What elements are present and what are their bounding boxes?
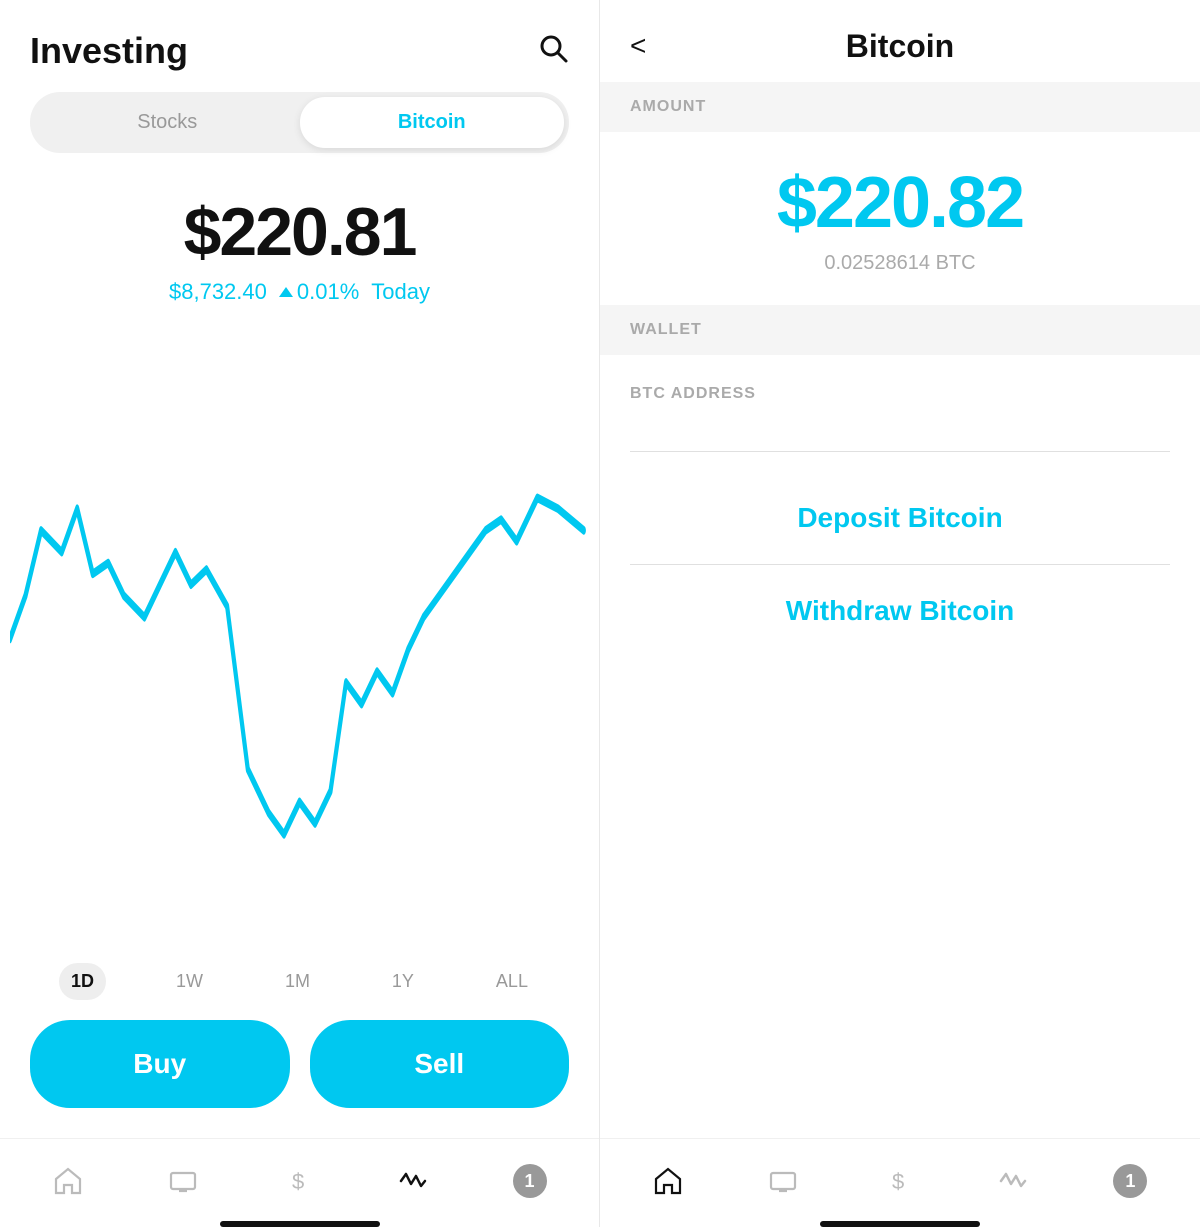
left-bottom-nav: $ 1 (0, 1138, 599, 1213)
right-nav-dollar[interactable]: $ (873, 1161, 923, 1201)
left-panel: Investing Stocks Bitcoin $220.81 $8,732.… (0, 0, 600, 1227)
back-button[interactable]: < (630, 30, 646, 62)
right-nav-tv[interactable] (758, 1161, 808, 1201)
time-btn-1y[interactable]: 1Y (380, 963, 426, 1000)
right-notification-badge[interactable]: 1 (1113, 1164, 1147, 1198)
right-nav-activity[interactable] (988, 1161, 1038, 1201)
right-panel: < Bitcoin AMOUNT $220.82 0.02528614 BTC … (600, 0, 1200, 1227)
main-price: $220.81 (30, 193, 569, 271)
time-btn-1m[interactable]: 1M (273, 963, 322, 1000)
btc-address-label: BTC ADDRESS (630, 385, 1170, 403)
left-bottom-bar (220, 1221, 380, 1227)
right-bottom-bar (820, 1221, 980, 1227)
right-bottom-nav: $ 1 (600, 1138, 1200, 1213)
wallet-section-label: WALLET (600, 305, 1200, 355)
right-tv-icon (768, 1166, 798, 1196)
right-nav-badge[interactable]: 1 (1103, 1159, 1157, 1203)
right-spacer (600, 657, 1200, 1138)
tab-switcher: Stocks Bitcoin (30, 92, 569, 153)
amount-section-label: AMOUNT (600, 82, 1200, 132)
right-activity-icon (998, 1166, 1028, 1196)
nav-activity[interactable] (388, 1161, 438, 1201)
nav-home[interactable] (43, 1161, 93, 1201)
tab-bitcoin[interactable]: Bitcoin (300, 97, 565, 148)
home-icon (53, 1166, 83, 1196)
right-dollar-icon: $ (883, 1166, 913, 1196)
price-section: $220.81 $8,732.40 0.01% Today (0, 183, 599, 325)
svg-text:$: $ (892, 1169, 904, 1194)
right-nav-home[interactable] (643, 1161, 693, 1201)
arrow-up-icon (279, 287, 293, 297)
period-label: Today (371, 279, 430, 305)
change-percent: 0.01% (297, 279, 359, 305)
left-header: Investing (0, 0, 599, 92)
tv-icon (168, 1166, 198, 1196)
time-btn-all[interactable]: ALL (484, 963, 540, 1000)
amount-btc: 0.02528614 BTC (630, 252, 1170, 275)
chart-container (0, 325, 599, 943)
activity-icon (398, 1166, 428, 1196)
btc-price: $8,732.40 (169, 279, 267, 305)
right-home-icon (653, 1166, 683, 1196)
svg-text:$: $ (292, 1169, 304, 1194)
amount-usd: $220.82 (630, 162, 1170, 244)
right-header: < Bitcoin (600, 0, 1200, 82)
dollar-icon: $ (283, 1166, 313, 1196)
btc-address-divider (630, 451, 1170, 452)
btc-address-section: BTC ADDRESS (600, 355, 1200, 431)
notification-badge[interactable]: 1 (513, 1164, 547, 1198)
price-meta: $8,732.40 0.01% Today (30, 279, 569, 305)
sell-button[interactable]: Sell (310, 1020, 570, 1108)
search-icon[interactable] (537, 32, 569, 71)
time-btn-1w[interactable]: 1W (164, 963, 215, 1000)
nav-dollar[interactable]: $ (273, 1161, 323, 1201)
time-range: 1D 1W 1M 1Y ALL (0, 943, 599, 1020)
nav-tv[interactable] (158, 1161, 208, 1201)
withdraw-bitcoin-button[interactable]: Withdraw Bitcoin (600, 565, 1200, 657)
buy-button[interactable]: Buy (30, 1020, 290, 1108)
time-btn-1d[interactable]: 1D (59, 963, 106, 1000)
action-buttons: Buy Sell (0, 1020, 599, 1138)
page-title: Investing (30, 30, 188, 72)
right-page-title: Bitcoin (846, 28, 954, 65)
tab-stocks[interactable]: Stocks (35, 97, 300, 148)
nav-badge[interactable]: 1 (503, 1159, 557, 1203)
amount-display: $220.82 0.02528614 BTC (600, 132, 1200, 305)
deposit-bitcoin-button[interactable]: Deposit Bitcoin (600, 472, 1200, 564)
price-change: 0.01% (279, 279, 359, 305)
